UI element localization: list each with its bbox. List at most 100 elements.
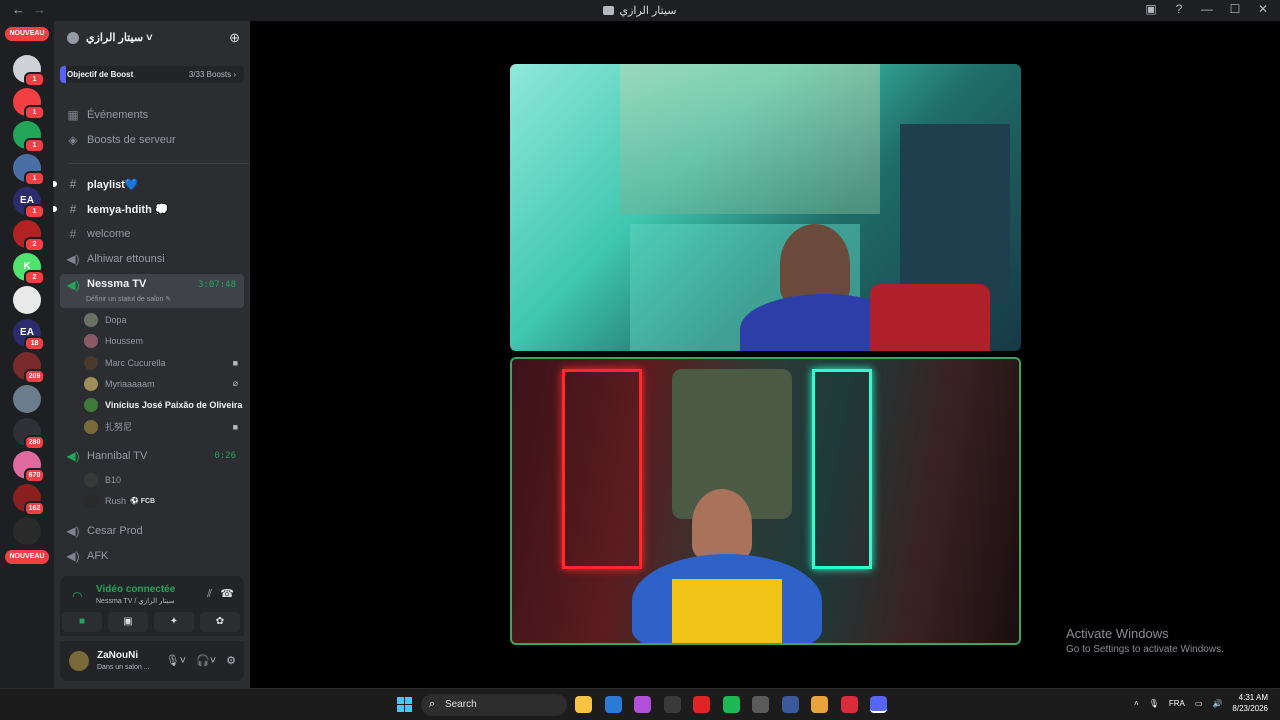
avatar: [84, 419, 98, 434]
server-icon[interactable]: EA 1: [13, 187, 45, 219]
network-icon[interactable]: ▭: [1195, 699, 1203, 708]
voice-member[interactable]: Dopa: [84, 311, 244, 329]
channel-welcome[interactable]: # welcome: [60, 223, 244, 245]
taskbar-app-icon[interactable]: [604, 696, 622, 713]
voice-member[interactable]: 扎努尼 ■: [84, 418, 244, 436]
channel-sidebar: سيتار الرازي ˅ ⊕ Objectif de Boost 3/33 …: [53, 21, 250, 688]
server-icon[interactable]: [13, 385, 41, 413]
help-icon[interactable]: ?: [1172, 2, 1186, 16]
server-list: NOUVEAU NOUVEAU 1 1 1 1 EA 1 2 K 2 EA 18 209 280 670 1…: [0, 21, 54, 688]
taskbar-app-icon[interactable]: [634, 696, 651, 713]
menu-server-boosts[interactable]: ◈ Boosts de serveur: [60, 129, 244, 151]
server-icon[interactable]: 2: [13, 220, 45, 252]
unread-indicator: [53, 206, 57, 212]
speaker-icon: ◀): [66, 449, 80, 463]
maximize-button[interactable]: ☐: [1228, 2, 1242, 16]
hashtag-icon: #: [69, 177, 77, 191]
channel-status-hint[interactable]: Définir un statut de salon ✎: [86, 295, 171, 303]
username[interactable]: ZaNouNi: [97, 650, 138, 661]
mention-badge: 2: [24, 237, 45, 252]
taskbar-app-icon[interactable]: [781, 696, 799, 713]
voice-member[interactable]: Marc Cucurella ■: [84, 354, 244, 372]
mention-badge: 1: [24, 204, 45, 219]
server-icon[interactable]: [13, 286, 41, 314]
avatar: [84, 398, 98, 413]
voice-member[interactable]: Myriaaaaam ⌀: [84, 375, 244, 393]
server-icon[interactable]: EA 18: [13, 319, 45, 351]
voice-channel-alhiwar[interactable]: ◀) Alhiwar ettounsi: [60, 248, 244, 270]
minimize-button[interactable]: —: [1200, 2, 1214, 16]
taskbar-app-icon[interactable]: [663, 696, 681, 713]
voice-channel-cesar-prod[interactable]: ◀) Cesar Prod: [60, 520, 244, 542]
server-icon[interactable]: 1: [13, 121, 45, 153]
avatar: [84, 355, 98, 370]
voice-location[interactable]: Nessma TV / سيتار الرازي: [96, 597, 175, 605]
voice-channel-afk[interactable]: ◀) AFK: [60, 545, 244, 567]
inbox-icon[interactable]: ▣: [1144, 2, 1158, 16]
activities-button[interactable]: ✦: [154, 612, 194, 632]
voice-member[interactable]: Rush ⚽ FCB: [84, 492, 244, 510]
server-icon[interactable]: 1: [13, 88, 45, 120]
camera-button[interactable]: ■: [62, 612, 102, 632]
taskbar-app-icon[interactable]: [870, 696, 887, 713]
wall-posters: [900, 124, 1010, 304]
channel-playlist[interactable]: # playlist💙: [53, 173, 244, 195]
mention-badge: 670: [24, 468, 45, 483]
noise-suppression-icon[interactable]: ⫽: [207, 588, 212, 601]
chevron-up-icon[interactable]: ˄: [1134, 699, 1139, 708]
server-settings-icon[interactable]: [67, 32, 79, 44]
taskbar-app-icon[interactable]: [575, 696, 592, 713]
search-placeholder: Search: [445, 699, 477, 710]
microphone-icon[interactable]: 🎙˅: [166, 654, 186, 667]
deafened-icon: ⌀: [232, 378, 238, 389]
screen-share-button[interactable]: ▣: [108, 612, 148, 632]
voice-status[interactable]: Vidéo connectée: [96, 584, 175, 595]
voice-member[interactable]: Houssem: [84, 332, 244, 350]
taskbar-app-icon[interactable]: [693, 696, 710, 713]
server-header[interactable]: سيتار الرازي ˅ ⊕: [54, 21, 250, 57]
member-name: Dopa: [105, 315, 127, 325]
menu-events[interactable]: ▦ Événements: [60, 104, 244, 126]
headphones-icon[interactable]: 🎧˅: [196, 654, 216, 667]
server-icon[interactable]: 1: [13, 55, 45, 87]
taskbar-app-icon[interactable]: [811, 696, 828, 713]
boost-count: 3/33 Boosts ›: [188, 70, 236, 79]
server-icon[interactable]: 209: [13, 352, 45, 384]
voice-channel-hannibal-tv[interactable]: ◀) Hannibal TV 0:26: [60, 445, 244, 467]
clock[interactable]: 4:31 AM 8/23/2026: [1232, 692, 1268, 714]
boost-goal[interactable]: Objectif de Boost 3/33 Boosts ›: [60, 66, 244, 83]
video-tile-speaking[interactable]: [510, 357, 1021, 645]
time: 4:31 AM: [1238, 693, 1268, 702]
settings-gear-icon[interactable]: ⚙: [226, 654, 236, 667]
channel-label: Alhiwar ettounsi: [87, 253, 165, 265]
add-member-icon[interactable]: ⊕: [229, 30, 240, 46]
close-button[interactable]: ✕: [1256, 2, 1270, 16]
volume-icon[interactable]: 🔊: [1212, 699, 1222, 708]
signal-icon[interactable]: ◠: [72, 589, 82, 603]
server-icon[interactable]: 670: [13, 451, 45, 483]
server-icon[interactable]: K2: [13, 253, 45, 285]
video-tile[interactable]: [510, 64, 1021, 351]
soundboard-button[interactable]: ✿: [200, 612, 240, 632]
microphone-tray-icon[interactable]: 🎙: [1149, 699, 1159, 708]
member-name: Houssem: [105, 336, 144, 347]
server-icon[interactable]: 1: [13, 154, 45, 186]
server-name[interactable]: سيتار الرازي ˅: [86, 31, 153, 44]
server-icon[interactable]: 162: [13, 484, 45, 516]
disconnect-icon[interactable]: ☎: [220, 587, 234, 600]
taskbar-app-icon[interactable]: [722, 696, 740, 713]
window-title-text: سيتار الرازي: [619, 5, 677, 17]
voice-channel-nessma-tv[interactable]: ◀) Nessma TV 3:07:48 Définir un statut de…: [60, 274, 244, 308]
channel-kemya-hdith[interactable]: # kemya-hdith 💭: [53, 198, 244, 220]
server-icon[interactable]: 280: [13, 418, 45, 450]
taskbar-search[interactable]: ⌕ Search: [421, 694, 567, 716]
new-badge-bottom: NOUVEAU: [5, 550, 49, 564]
taskbar-app-icon[interactable]: [752, 696, 769, 713]
server-icon[interactable]: [13, 517, 41, 545]
avatar[interactable]: [69, 651, 89, 671]
voice-member[interactable]: Vinícius José Paixão de Oliveira: [84, 396, 244, 414]
windows-start-icon[interactable]: [397, 697, 412, 712]
language-indicator[interactable]: FRA: [1169, 699, 1185, 708]
taskbar-app-icon[interactable]: [840, 696, 858, 713]
voice-member[interactable]: B10: [84, 471, 244, 489]
